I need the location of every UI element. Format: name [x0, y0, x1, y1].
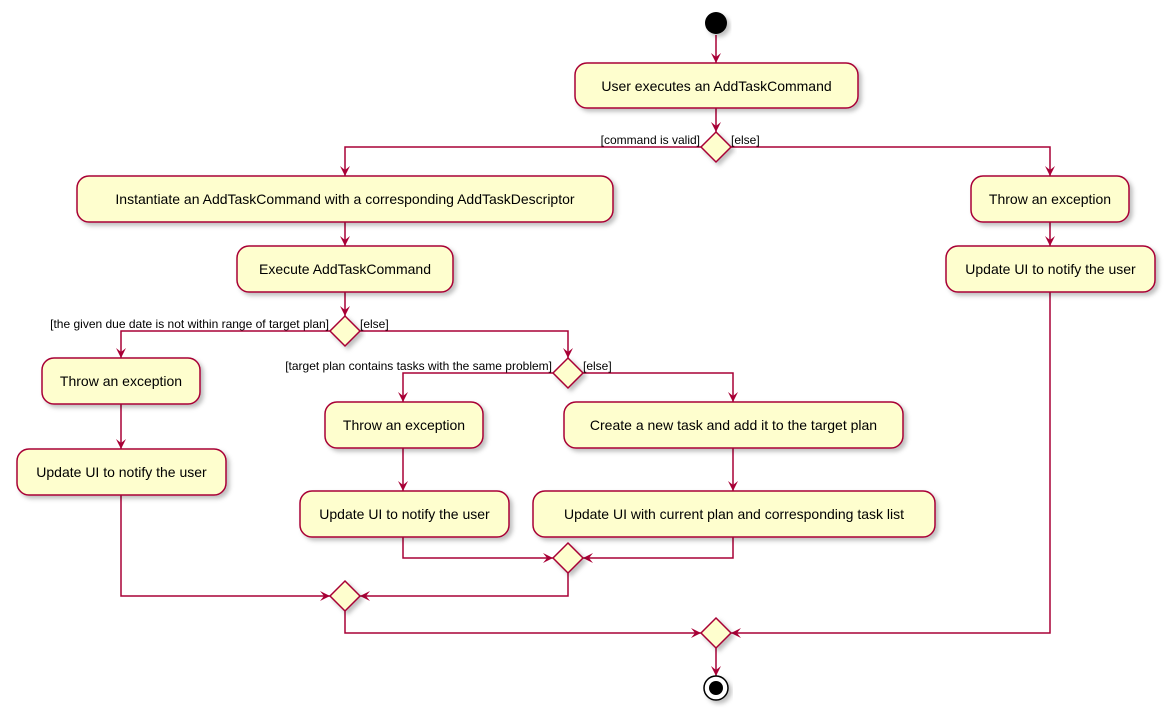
guard-command-else: [else]	[731, 133, 760, 147]
activity-create-task: Create a new task and add it to the targ…	[563, 401, 904, 449]
activity-throw-duplicate: Throw an exception	[324, 401, 484, 449]
activity-diagram: User executes an AddTaskCommand Instanti…	[16, 12, 1156, 701]
activity-label: User executes an AddTaskCommand	[601, 78, 831, 94]
activity-label: Execute AddTaskCommand	[259, 261, 431, 277]
edge-merge-to-merge	[360, 573, 569, 601]
merge-execute-branches	[328, 579, 362, 613]
activity-label: Instantiate an AddTaskCommand with a cor…	[115, 191, 574, 207]
edge-duplicate-else	[583, 372, 738, 402]
activity-label: Update UI with current plan and correspo…	[564, 506, 904, 522]
end-node	[703, 675, 729, 701]
activity-label: Create a new task and add it to the targ…	[590, 417, 877, 433]
activity-update-duplicate: Update UI to notify the user	[299, 490, 510, 538]
guard-duplicate-else: [else]	[583, 359, 612, 373]
activity-user-executes: User executes an AddTaskCommand	[574, 62, 859, 109]
activity-execute: Execute AddTaskCommand	[236, 245, 454, 293]
edge-invalid	[731, 146, 1055, 176]
merge-final	[699, 616, 733, 650]
edge-update-success-to-merge	[583, 537, 734, 563]
edge-date-else	[360, 330, 573, 358]
activity-label: Throw an exception	[343, 417, 465, 433]
guard-duplicate-task: [target plan contains tasks with the sam…	[285, 359, 552, 373]
activity-throw-date: Throw an exception	[41, 357, 201, 405]
guard-date-else: [else]	[360, 317, 389, 331]
decision-date-range	[328, 314, 362, 348]
activity-instantiate: Instantiate an AddTaskCommand with a cor…	[76, 175, 614, 223]
merge-duplicate-branches	[551, 541, 585, 575]
decision-command-valid	[699, 130, 733, 164]
activity-update-invalid: Update UI to notify the user	[945, 245, 1156, 293]
activity-update-success: Update UI with current plan and correspo…	[532, 490, 936, 538]
edge-valid	[340, 146, 701, 176]
start-node	[705, 12, 727, 34]
activity-label: Throw an exception	[989, 191, 1111, 207]
edge-update-date-to-merge	[120, 495, 330, 601]
decision-duplicate-task	[551, 356, 585, 390]
edge-merge-to-final-merge	[344, 611, 701, 638]
edge-duplicate	[398, 372, 553, 402]
activity-label: Update UI to notify the user	[965, 261, 1136, 277]
guard-command-valid: [command is valid]	[601, 133, 700, 147]
edge-update-duplicate-to-merge	[402, 537, 553, 563]
activity-throw-invalid: Throw an exception	[970, 175, 1130, 223]
edge-update-invalid-to-final-merge	[731, 292, 1051, 638]
activity-label: Throw an exception	[60, 373, 182, 389]
edges	[116, 35, 1055, 676]
activity-update-date: Update UI to notify the user	[16, 448, 227, 496]
activity-label: Update UI to notify the user	[36, 464, 207, 480]
guard-date-out-of-range: [the given due date is not within range …	[50, 317, 329, 331]
edge-date-out-of-range	[116, 330, 330, 358]
activity-label: Update UI to notify the user	[319, 506, 490, 522]
